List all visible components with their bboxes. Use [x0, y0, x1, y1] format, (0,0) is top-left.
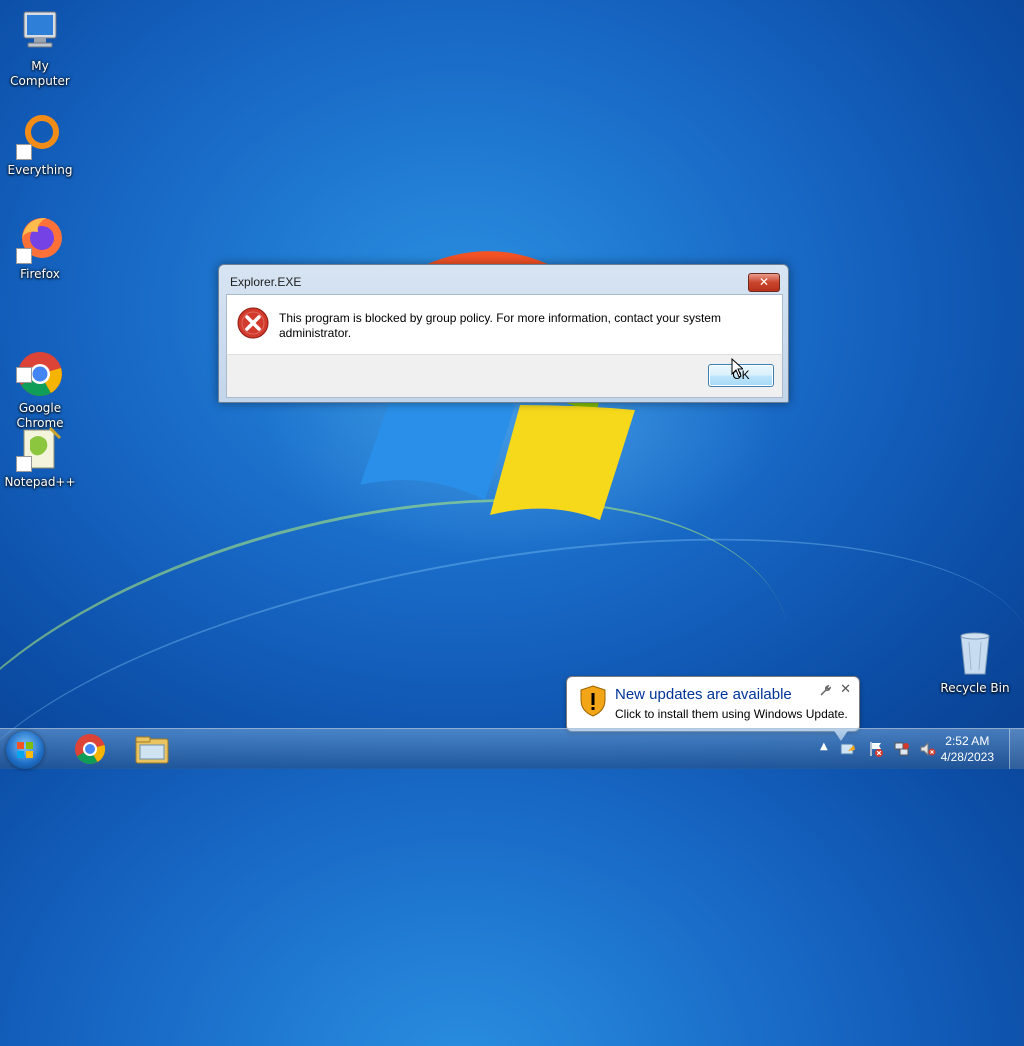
dialog-body: This program is blocked by group policy.…: [226, 294, 783, 355]
desktop-icon-label: Notepad++: [4, 475, 76, 489]
taskbar-clock[interactable]: 2:52 AM 4/28/2023: [941, 733, 994, 765]
network-icon[interactable]: [894, 741, 910, 757]
system-tray: ▲ 2:52 AM 4/28/2023: [804, 729, 1024, 769]
desktop-icon-label: Firefox: [20, 267, 60, 281]
folder-icon: [135, 736, 169, 764]
chrome-icon: [75, 734, 106, 765]
show-hidden-icons-button[interactable]: ▲: [820, 741, 828, 752]
error-dialog: Explorer.EXE ✕ This program is blocked b…: [218, 264, 789, 403]
shortcut-arrow-icon: [16, 248, 32, 264]
shield-warning-icon: [580, 685, 606, 717]
mouse-cursor-icon: [731, 358, 743, 378]
notification-close-button[interactable]: ✕: [840, 682, 851, 697]
desktop-icon-label: Recycle Bin: [940, 681, 1010, 695]
notification-title: New updates are available: [615, 686, 792, 703]
notepadpp-icon: [16, 424, 64, 472]
clock-time: 2:52 AM: [945, 734, 990, 748]
taskbar: ▲ 2:52 AM 4/28/2023: [0, 728, 1024, 769]
recycle-bin-icon: [951, 630, 999, 678]
volume-muted-icon[interactable]: [920, 741, 936, 757]
everything-icon: [16, 112, 64, 160]
desktop-icon-recycle-bin[interactable]: Recycle Bin: [935, 630, 1015, 696]
start-button[interactable]: [6, 731, 44, 769]
windows-update-icon[interactable]: [840, 741, 856, 757]
taskbar-chrome[interactable]: [62, 731, 118, 767]
dialog-title: Explorer.EXE: [230, 275, 302, 289]
desktop-icon-label: My Computer: [10, 59, 70, 88]
shortcut-arrow-icon: [16, 144, 32, 160]
wrench-icon[interactable]: [819, 685, 831, 697]
desktop-icon-firefox[interactable]: Firefox: [0, 216, 80, 282]
taskbar-explorer[interactable]: [124, 731, 180, 767]
shortcut-arrow-icon: [16, 367, 32, 383]
show-desktop-button[interactable]: [1009, 729, 1024, 769]
action-center-flag-icon[interactable]: [868, 741, 884, 757]
desktop-icon-notepad-plus-plus[interactable]: Notepad++: [0, 424, 80, 490]
windows-start-icon: [17, 742, 33, 758]
desktop-icon-everything[interactable]: Everything: [0, 112, 80, 178]
notification-text: Click to install them using Windows Upda…: [615, 707, 848, 721]
clock-date: 4/28/2023: [940, 750, 994, 764]
desktop-icon-label: Everything: [7, 163, 73, 177]
dialog-close-button[interactable]: ✕: [748, 273, 780, 292]
shortcut-arrow-icon: [16, 456, 32, 472]
dialog-message: This program is blocked by group policy.…: [279, 311, 721, 340]
desktop-icon-my-computer[interactable]: My Computer: [0, 8, 80, 89]
firefox-icon: [16, 216, 64, 264]
update-notification[interactable]: New updates are available Click to insta…: [566, 676, 860, 741]
error-icon: [237, 307, 269, 339]
computer-icon: [16, 8, 64, 56]
dialog-footer: OK: [226, 354, 783, 398]
chrome-icon: [16, 335, 64, 396]
